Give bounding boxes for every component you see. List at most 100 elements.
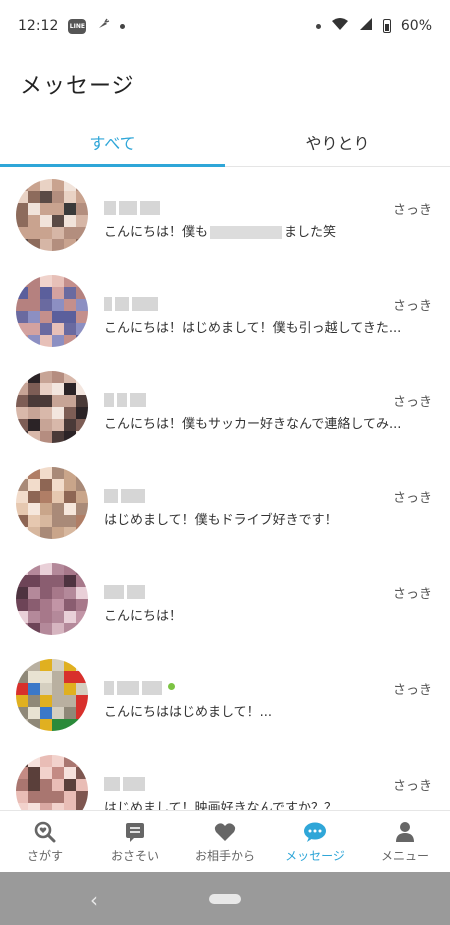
avatar-pixel xyxy=(64,203,76,215)
back-icon[interactable]: ‹ xyxy=(90,888,98,912)
avatar-pixel xyxy=(40,299,52,311)
avatar-pixel xyxy=(40,335,52,347)
avatar-pixel xyxy=(28,623,40,635)
nav-invitations[interactable]: おさそい xyxy=(90,811,180,873)
avatar-pixel xyxy=(16,431,28,443)
avatar-pixel xyxy=(40,659,52,671)
avatar-pixel xyxy=(64,215,76,227)
avatar-pixel xyxy=(40,671,52,683)
avatar-pixel xyxy=(16,695,28,707)
avatar-pixel xyxy=(16,671,28,683)
battery-icon xyxy=(382,19,391,33)
avatar-pixel xyxy=(40,275,52,287)
avatar-pixel xyxy=(16,575,28,587)
nav-messages[interactable]: メッセージ xyxy=(270,811,360,873)
avatar-pixel xyxy=(76,227,88,239)
message-preview: はじめまして！映画好きなんですか？？ xyxy=(104,801,337,810)
avatar xyxy=(16,275,88,347)
avatar-pixel xyxy=(64,383,76,395)
avatar-pixel xyxy=(16,527,28,539)
avatar-pixel xyxy=(52,515,64,527)
battery-level: 60% xyxy=(400,18,432,34)
message-row[interactable]: さっき こんにちは！僕もサッカー好きなんで連絡してみ... xyxy=(0,359,450,455)
page-title: メッセージ xyxy=(20,74,135,99)
avatar-pixel xyxy=(40,563,52,575)
avatar xyxy=(16,755,88,810)
avatar-pixel xyxy=(76,683,88,695)
avatar-pixel xyxy=(52,227,64,239)
message-row[interactable]: さっき こんにちははじめまして！... xyxy=(0,647,450,743)
person-icon xyxy=(392,821,418,843)
avatar-pixel xyxy=(64,527,76,539)
message-time: さっき xyxy=(392,491,432,506)
avatar-pixel xyxy=(76,755,88,767)
avatar-pixel xyxy=(16,395,28,407)
avatar-pixel xyxy=(16,179,28,191)
avatar-pixel xyxy=(40,407,52,419)
avatar xyxy=(16,371,88,443)
avatar-pixel xyxy=(52,767,64,779)
avatar-pixel xyxy=(40,203,52,215)
sender-name-blurred xyxy=(104,585,145,599)
avatar-pixel xyxy=(28,515,40,527)
nav-menu[interactable]: メニュー xyxy=(360,811,450,873)
avatar-pixel xyxy=(76,659,88,671)
avatar-pixel xyxy=(76,587,88,599)
avatar-pixel xyxy=(64,767,76,779)
message-time: さっき xyxy=(392,203,432,218)
avatar-pixel xyxy=(16,227,28,239)
avatar-pixel xyxy=(40,755,52,767)
avatar-pixel xyxy=(16,287,28,299)
avatar-pixel xyxy=(64,227,76,239)
avatar-pixel xyxy=(16,755,28,767)
avatar-pixel xyxy=(16,707,28,719)
avatar-pixel xyxy=(52,287,64,299)
tab-all[interactable]: すべて xyxy=(0,118,225,167)
message-preview-text-end: ました笑 xyxy=(284,225,337,240)
home-pill[interactable] xyxy=(209,894,241,904)
signal-icon xyxy=(359,17,373,35)
avatar-pixel xyxy=(16,275,28,287)
nav-from-partner[interactable]: お相手から xyxy=(180,811,270,873)
nav-label: メッセージ xyxy=(285,848,345,863)
avatar-pixel xyxy=(28,575,40,587)
tab-exchanges[interactable]: やりとり xyxy=(225,118,450,166)
avatar-pixel xyxy=(28,299,40,311)
avatar-pixel xyxy=(40,791,52,803)
avatar-pixel xyxy=(64,239,76,251)
avatar-pixel xyxy=(52,239,64,251)
avatar-pixel xyxy=(76,467,88,479)
avatar-pixel xyxy=(76,695,88,707)
message-row[interactable]: さっき こんにちは！はじめまして！僕も引っ越してきた... xyxy=(0,263,450,359)
online-status-dot xyxy=(168,683,175,690)
avatar-pixel xyxy=(28,227,40,239)
avatar-pixel xyxy=(40,575,52,587)
message-preview: こんにちは！はじめまして！僕も引っ越してきた... xyxy=(104,321,402,336)
avatar-pixel xyxy=(52,335,64,347)
message-row[interactable]: さっき こんにちは！ xyxy=(0,551,450,647)
message-time: さっき xyxy=(392,587,432,602)
avatar-pixel xyxy=(76,671,88,683)
avatar-pixel xyxy=(64,323,76,335)
avatar-pixel xyxy=(28,659,40,671)
wifi-icon xyxy=(331,17,349,35)
nav-search[interactable]: さがす xyxy=(0,811,90,873)
avatar-pixel xyxy=(76,431,88,443)
avatar-pixel xyxy=(76,767,88,779)
avatar-pixel xyxy=(76,179,88,191)
avatar-pixel xyxy=(28,803,40,810)
chat-bubble-icon xyxy=(302,821,328,843)
avatar-pixel xyxy=(16,191,28,203)
message-row[interactable]: さっき こんにちは！僕も ました笑 xyxy=(0,167,450,263)
message-row[interactable]: さっき はじめまして！僕もドライブ好きです！ xyxy=(0,455,450,551)
sender-name-blurred xyxy=(104,393,146,407)
avatar-pixel xyxy=(40,239,52,251)
avatar-pixel xyxy=(40,767,52,779)
avatar-pixel xyxy=(76,779,88,791)
avatar-pixel xyxy=(64,575,76,587)
avatar-pixel xyxy=(64,311,76,323)
avatar-pixel xyxy=(28,335,40,347)
message-row[interactable]: さっき はじめまして！映画好きなんですか？？ xyxy=(0,743,450,810)
avatar-pixel xyxy=(64,671,76,683)
avatar-pixel xyxy=(40,467,52,479)
